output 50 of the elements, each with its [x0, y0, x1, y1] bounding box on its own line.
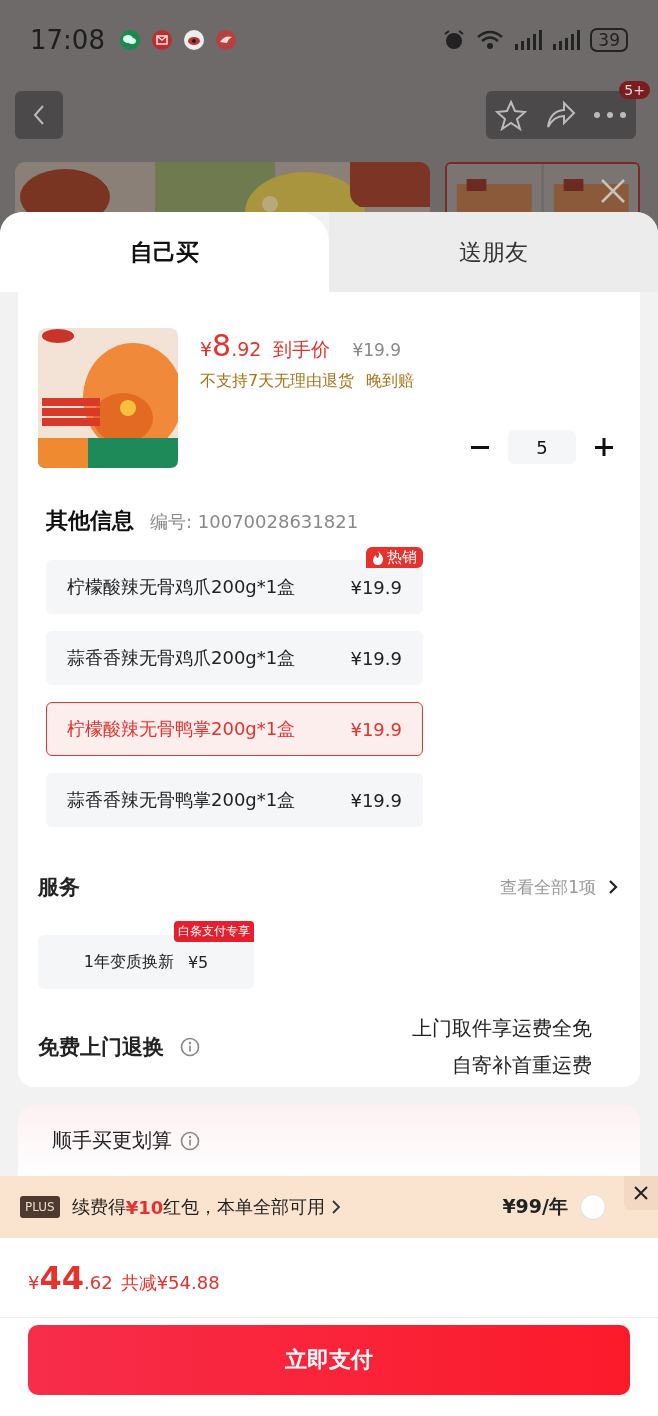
close-icon — [633, 1185, 649, 1201]
flame-icon — [372, 550, 384, 565]
signal-icon — [552, 29, 581, 51]
notification-badge: 5+ — [619, 81, 650, 99]
more-icon[interactable] — [593, 111, 628, 119]
status-time: 17:08 — [30, 25, 105, 55]
mail-icon — [150, 29, 173, 51]
plus-badge: PLUS — [20, 1196, 60, 1218]
plus-offer-link[interactable]: 续费得¥10红包，本单全部可用 — [71, 1195, 342, 1219]
hot-badge: 热销 — [366, 547, 423, 568]
chevron-icon — [608, 879, 618, 895]
wifi-icon — [476, 29, 505, 51]
battery-level: 39 — [590, 28, 628, 52]
signal-icon — [514, 29, 543, 51]
tab[interactable]: 自己买 — [0, 212, 329, 292]
tab[interactable]: 送朋友 — [329, 212, 658, 292]
option-chip[interactable]: 蒜香香辣无骨鸭掌200g*1盒 ¥19.9 — [46, 773, 423, 827]
shipping-note: 自寄补首重运费 — [452, 1052, 592, 1079]
total-price: ¥44.62 — [28, 1258, 113, 1299]
info-icon[interactable] — [180, 1130, 200, 1151]
back-icon — [32, 103, 46, 127]
section-title: 其他信息 — [46, 507, 134, 535]
option-chip[interactable]: 柠檬酸辣无骨鸭掌200g*1盒 ¥19.9 — [46, 702, 423, 756]
section-title: 免费上门退换 — [38, 1034, 164, 1061]
radio-button[interactable] — [580, 1194, 606, 1220]
chevron-icon — [331, 1199, 342, 1215]
return-note: 不支持7天无理由退货 — [200, 371, 355, 392]
plus-icon — [595, 438, 613, 456]
shipping-note: 上门取件享运费全免 — [412, 1015, 592, 1042]
eye-icon — [182, 29, 205, 51]
star-icon[interactable] — [494, 99, 527, 131]
close-icon[interactable] — [600, 178, 626, 204]
quantity-field[interactable]: 5 — [508, 430, 576, 464]
discount-text: 共减¥54.88 — [120, 1271, 220, 1295]
plus-price: ¥99/年 — [502, 1194, 568, 1219]
section-title: 顺手买更划算 — [52, 1127, 172, 1154]
pay-button[interactable]: 立即支付 — [28, 1325, 630, 1395]
section-title: 服务 — [38, 874, 80, 901]
close-button[interactable] — [624, 1176, 658, 1210]
original-price: ¥19.9 — [352, 340, 402, 360]
minus-icon — [471, 445, 489, 449]
back-button[interactable] — [15, 91, 63, 139]
chat-icon — [118, 29, 141, 51]
info-icon[interactable] — [180, 1037, 200, 1057]
item-code: 编号: 10070028631821 — [150, 510, 359, 534]
option-chip[interactable]: 蒜香香辣无骨鸡爪200g*1盒 ¥19.9 — [46, 631, 423, 685]
price-label: 到手价 — [273, 337, 331, 362]
late-note: 晚到赔 — [366, 371, 415, 392]
price: ¥8.92 — [200, 328, 262, 363]
promo-badge: 白条支付专享 — [174, 921, 254, 942]
